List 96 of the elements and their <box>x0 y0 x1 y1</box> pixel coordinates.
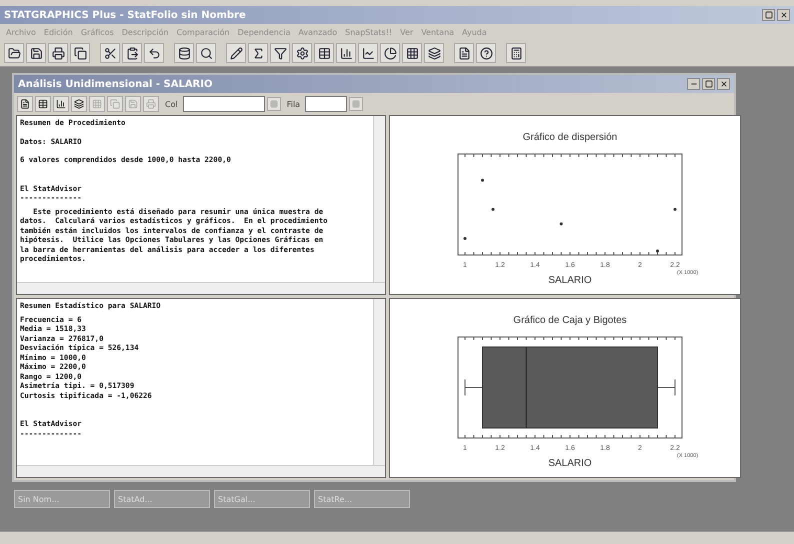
database-button[interactable] <box>174 43 194 63</box>
maximize-icon <box>704 80 712 88</box>
menu-item[interactable]: SnapStats!! <box>345 28 392 36</box>
save-icon <box>128 99 138 109</box>
grid-icon <box>352 100 360 108</box>
grid-icon <box>270 100 278 108</box>
calculator-button[interactable] <box>506 43 526 63</box>
line-chart-button[interactable] <box>358 43 378 63</box>
printer-icon <box>52 46 64 60</box>
menu-item[interactable]: Comparación <box>176 28 230 36</box>
scrollbar[interactable] <box>373 299 385 465</box>
menu-item[interactable]: Descripción <box>122 28 169 36</box>
bar-chart-icon <box>56 99 66 109</box>
paste-icon <box>126 46 138 60</box>
axis-title: SALARIO <box>548 274 592 286</box>
table-icon <box>38 99 48 109</box>
printer-button[interactable] <box>48 43 68 63</box>
table-button[interactable] <box>314 43 334 63</box>
table-button[interactable] <box>35 96 51 112</box>
field-label: Col <box>165 100 178 108</box>
chart-title: Gráfico de dispersión <box>522 132 618 142</box>
menu-item[interactable]: Gráficos <box>80 28 114 36</box>
copy-icon <box>110 99 120 109</box>
minimized-window[interactable]: StatGal... <box>214 490 310 508</box>
pencil-icon <box>230 46 242 60</box>
layers-icon <box>74 99 84 109</box>
save-icon <box>30 46 42 60</box>
document-icon <box>458 46 470 60</box>
settings-button[interactable] <box>292 43 312 63</box>
scissors-button[interactable] <box>100 43 120 63</box>
document-button[interactable] <box>17 96 33 112</box>
search-button[interactable] <box>196 43 216 63</box>
scrollbar[interactable] <box>373 116 385 282</box>
close-icon <box>720 80 728 88</box>
input-field[interactable] <box>305 96 348 112</box>
field-label: Fila <box>286 100 300 108</box>
help-icon <box>480 46 492 60</box>
search-icon <box>200 46 212 60</box>
copy-button[interactable] <box>70 43 90 63</box>
settings-icon <box>296 46 308 60</box>
sigma-button[interactable] <box>248 43 268 63</box>
close-icon <box>780 11 788 19</box>
line-chart-icon <box>362 46 374 60</box>
minimize-button[interactable] <box>687 78 700 90</box>
minimized-window[interactable]: StatRe... <box>314 490 410 508</box>
filter-icon <box>274 46 286 60</box>
minimized-window[interactable]: StatAd... <box>114 490 210 508</box>
copy-icon <box>74 46 86 60</box>
menu-item[interactable]: Edición <box>44 28 73 36</box>
database-icon <box>178 46 190 60</box>
table-icon <box>318 46 330 60</box>
menu-item[interactable]: Archivo <box>6 28 36 36</box>
pencil-button[interactable] <box>226 43 246 63</box>
grid-button[interactable] <box>402 43 422 63</box>
scrollbar[interactable] <box>17 282 385 294</box>
window-title: Análisis Unidimensional - SALARIO <box>18 78 212 90</box>
document-icon <box>20 99 30 109</box>
bar-chart-button[interactable] <box>53 96 69 112</box>
bar-chart-button[interactable] <box>336 43 356 63</box>
menu-item[interactable]: Ayuda <box>462 28 487 36</box>
bar-chart-icon <box>340 46 352 60</box>
pie-chart-icon <box>384 46 396 60</box>
pie-chart-button[interactable] <box>380 43 400 63</box>
sigma-icon <box>252 46 264 60</box>
folder-icon <box>8 46 20 60</box>
grid-icon <box>406 46 418 60</box>
close-button[interactable] <box>777 9 790 21</box>
window-title: STATGRAPHICS Plus - StatFolio sin Nombre <box>4 10 246 20</box>
save-button[interactable] <box>26 43 46 63</box>
menu-item[interactable]: Dependencia <box>238 28 290 36</box>
folder-button[interactable] <box>4 43 24 63</box>
menu-item[interactable]: Ver <box>400 28 414 36</box>
axis-title: SALARIO <box>548 458 592 468</box>
printer-icon <box>146 99 156 109</box>
maximize-button[interactable] <box>702 78 715 90</box>
layers-icon <box>428 46 440 60</box>
filter-button[interactable] <box>270 43 290 63</box>
help-button[interactable] <box>476 43 496 63</box>
scrollbar[interactable] <box>17 465 385 477</box>
close-button[interactable] <box>717 78 730 90</box>
chart-title: Gráfico de Caja y Bigotes <box>513 314 627 326</box>
grid-icon <box>92 99 102 109</box>
undo-icon <box>148 46 160 60</box>
layers-button[interactable] <box>71 96 87 112</box>
menu-item[interactable]: Avanzado <box>298 28 338 36</box>
minimized-window[interactable]: Sin Nom... <box>14 490 110 508</box>
menu-item[interactable]: Ventana <box>421 28 454 36</box>
maximize-button[interactable] <box>762 9 775 21</box>
input-field[interactable] <box>182 96 265 112</box>
calculator-icon <box>510 46 522 60</box>
paste-button[interactable] <box>122 43 142 63</box>
maximize-icon <box>764 11 772 19</box>
layers-button[interactable] <box>424 43 444 63</box>
document-button[interactable] <box>454 43 474 63</box>
scissors-icon <box>104 46 116 60</box>
undo-button[interactable] <box>144 43 164 63</box>
